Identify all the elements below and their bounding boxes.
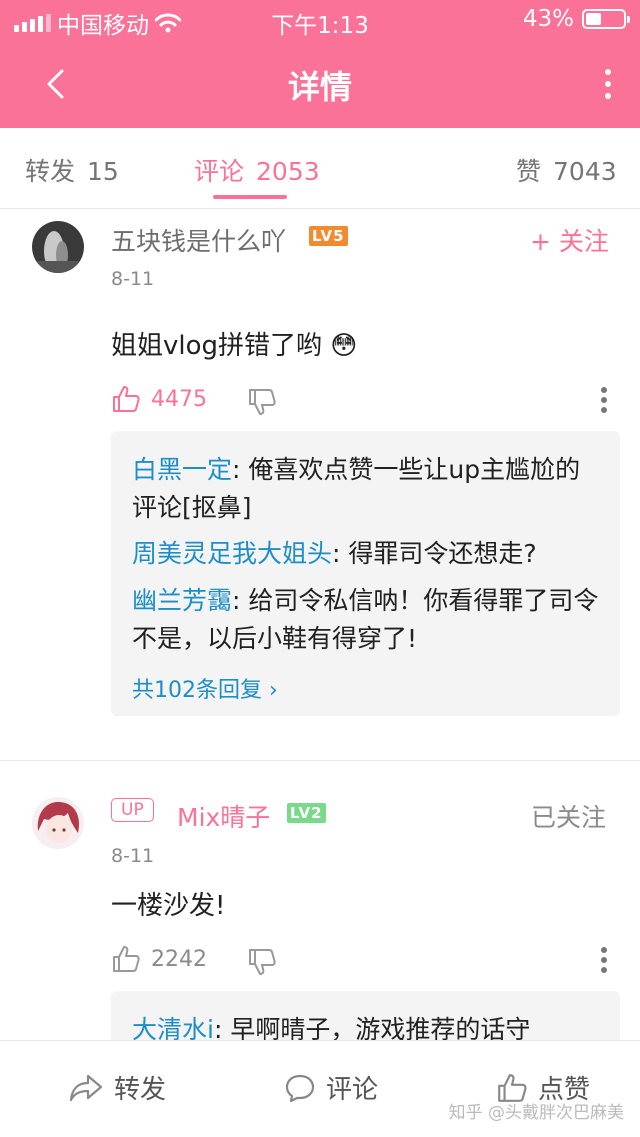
reply-box[interactable]: 白黑一定: 俺喜欢点赞一些让up主尴尬的评论[抠鼻] 周美灵足我大姐头: 得罪司…: [111, 431, 620, 716]
comment-text: 一楼沙发!: [111, 891, 226, 921]
comment-more-icon[interactable]: [600, 386, 608, 414]
reply-item: 幽兰芳靄: 给司令私信呐！你看得罪了司令不是，以后小鞋有得穿了!: [132, 582, 604, 658]
view-all-replies-link[interactable]: 共102条回复 ›: [132, 672, 278, 704]
comment-text-body: 姐姐vlog拼错了哟: [111, 331, 323, 361]
like-count: 4475: [151, 386, 207, 412]
tab-repost[interactable]: 转发 15: [25, 152, 119, 188]
reply-username[interactable]: 周美灵足我大姐头: [132, 539, 332, 568]
comment-bubble-icon: [285, 1074, 315, 1102]
thumbs-up-icon: [113, 386, 140, 412]
up-badge: UP: [111, 798, 154, 822]
tab-comments-count: 2053: [256, 157, 320, 186]
battery-indicator: 43%: [522, 6, 630, 32]
thumbs-up-icon: [113, 946, 140, 972]
comment-username[interactable]: 五块钱是什么吖: [111, 222, 286, 258]
comment-divider: [0, 760, 640, 761]
like-count: 2242: [151, 946, 207, 972]
status-bar: 中国移动 下午1:13 43%: [0, 0, 640, 40]
share-arrow-icon: [69, 1074, 103, 1101]
tab-likes-count: 7043: [553, 157, 617, 186]
battery-icon: [582, 9, 630, 29]
comment-username[interactable]: Mix晴子: [177, 798, 270, 834]
reply-text: : 得罪司令还想走?: [332, 539, 537, 568]
tab-comments-label: 评论: [194, 157, 245, 186]
top-nav-bar: 详情: [0, 40, 640, 128]
reply-item: 周美灵足我大姐头: 得罪司令还想走?: [132, 535, 604, 573]
comment-more-icon[interactable]: [600, 946, 608, 974]
reply-username[interactable]: 幽兰芳靄: [132, 586, 232, 615]
battery-percent: 43%: [522, 6, 574, 32]
avatar[interactable]: [32, 221, 84, 273]
comment-date: 8-11: [111, 845, 155, 867]
tab-repost-count: 15: [87, 157, 119, 186]
active-tab-indicator: [213, 195, 287, 199]
reply-item: 白黑一定: 俺喜欢点赞一些让up主尴尬的评论[抠鼻]: [132, 451, 604, 527]
reply-username[interactable]: 白黑一定: [132, 455, 232, 484]
comment-text: 姐姐vlog拼错了哟 😳: [111, 325, 357, 362]
comment-button[interactable]: 评论: [284, 1069, 378, 1106]
watermark-text: 知乎 @头戴胖次巴麻美: [448, 1103, 624, 1123]
following-button[interactable]: 已关注: [531, 798, 606, 834]
more-options-icon[interactable]: [598, 68, 618, 100]
thumbs-down-icon[interactable]: [247, 387, 277, 417]
comment-date: 8-11: [111, 268, 155, 290]
like-button[interactable]: 2242: [111, 944, 207, 974]
like-button[interactable]: 4475: [111, 384, 207, 414]
tab-likes[interactable]: 赞 7043: [516, 152, 617, 188]
repost-button[interactable]: 转发: [68, 1069, 166, 1106]
tab-likes-label: 赞: [516, 157, 542, 186]
flushed-emoji-icon: 😳: [330, 331, 358, 361]
tab-comments[interactable]: 评论 2053: [194, 152, 320, 188]
tab-repost-label: 转发: [25, 157, 76, 186]
detail-tabs: 转发 15 评论 2053 赞 7043: [0, 128, 640, 209]
thumbs-down-icon[interactable]: [247, 947, 277, 977]
avatar[interactable]: [32, 797, 84, 849]
page-title: 详情: [287, 68, 352, 106]
follow-button[interactable]: + 关注: [530, 222, 609, 258]
comment-label: 评论: [326, 1075, 379, 1105]
level-badge: LV5: [309, 226, 348, 246]
repost-label: 转发: [114, 1075, 167, 1105]
level-badge: LV2: [287, 803, 326, 823]
